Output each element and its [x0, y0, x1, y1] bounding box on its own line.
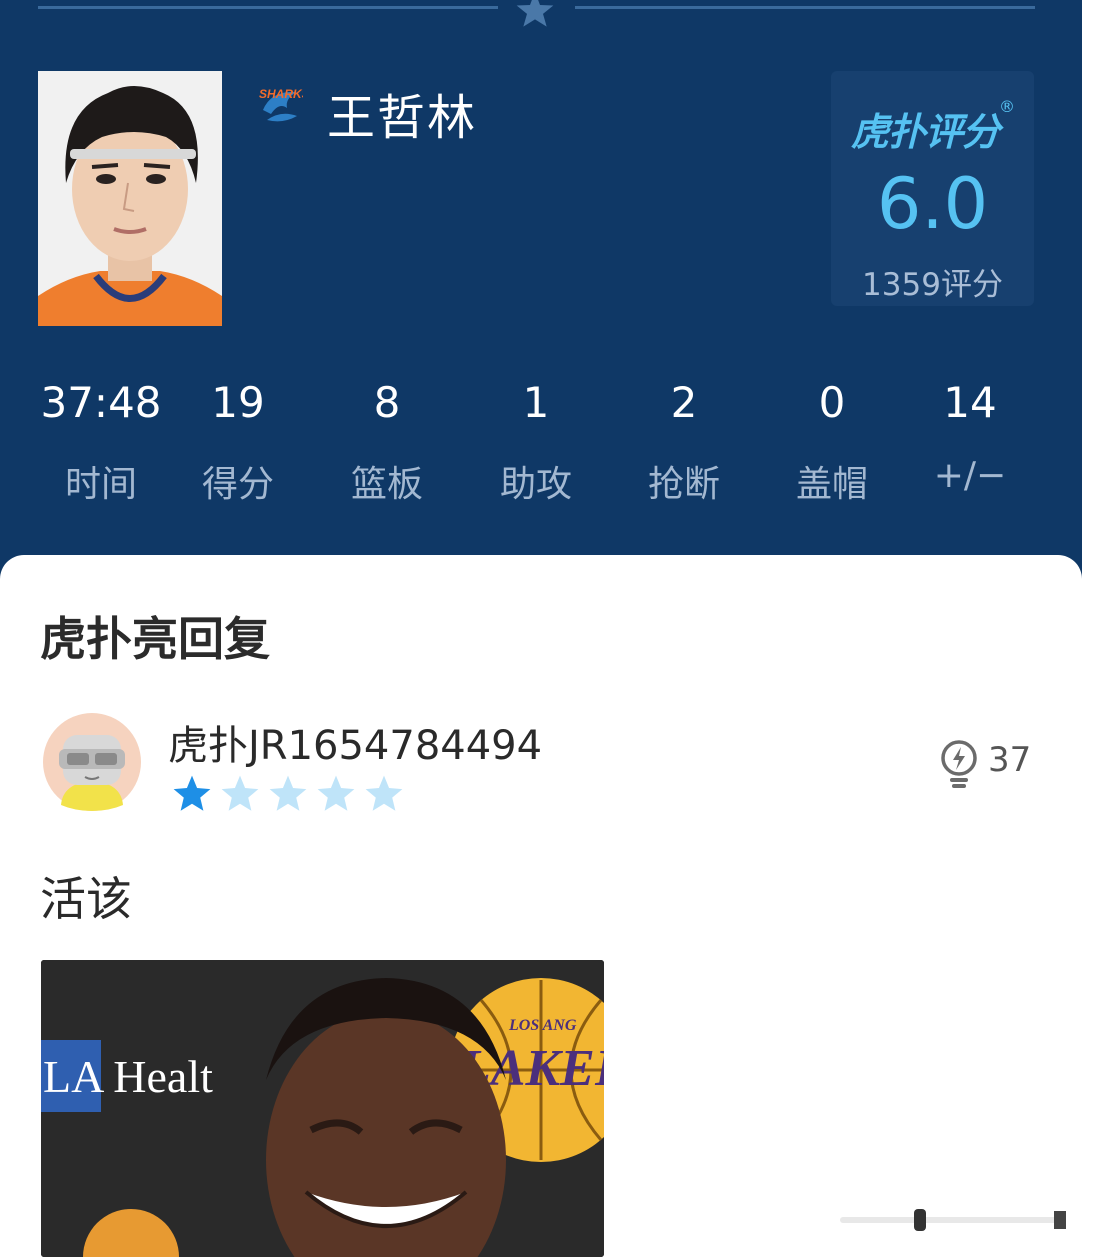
stat-value: 14	[943, 378, 997, 427]
stat-value: 2	[670, 378, 698, 427]
star-filled-icon	[173, 775, 211, 811]
stat-label: 得分	[201, 464, 274, 505]
rating-brand: 虎扑评分®	[831, 97, 1034, 156]
stat-rebounds: 8 篮板	[317, 375, 457, 507]
stat-value: 37:48	[40, 378, 162, 427]
stat-minutes: 37:48 时间	[31, 375, 171, 507]
player-name: 王哲林	[327, 90, 478, 146]
section-title: 虎扑亮回复	[40, 612, 270, 666]
player-stats: 37:48 时间 19 得分 8 篮板 1 助攻 2 抢断 0 盖帽 14 +/…	[28, 375, 1038, 515]
sponsor-text: LA Healt	[43, 1051, 213, 1102]
stat-steals: 2 抢断	[614, 375, 754, 507]
rating-score: 6.0	[876, 163, 989, 245]
rating-brand-text: 虎扑评分	[850, 110, 1000, 154]
comment-text: 活该	[40, 872, 132, 926]
reply-card: 虎扑亮回复 虎扑JR1654784494 37 活该 LA Healt LOS …	[0, 555, 1082, 1257]
stat-label: 助攻	[499, 464, 572, 505]
avatar-image	[43, 713, 141, 811]
avatar[interactable]	[43, 713, 141, 811]
scroll-indicator	[840, 1209, 1066, 1231]
star-empty-icon	[317, 775, 355, 811]
trademark-symbol: ®	[999, 97, 1015, 116]
divider-line-right	[575, 6, 1035, 9]
star-empty-icon	[221, 775, 259, 811]
player-photo[interactable]	[38, 71, 222, 326]
stat-plus-minus: 14 +/−	[900, 375, 1040, 496]
user-rating-stars	[170, 773, 410, 817]
stat-label: 抢断	[647, 464, 720, 505]
stat-label: +/−	[933, 455, 1007, 496]
lightbulb-icon	[941, 740, 977, 788]
username[interactable]: 虎扑JR1654784494	[168, 713, 542, 771]
right-edge	[1082, 0, 1099, 1257]
star-empty-icon	[365, 775, 403, 811]
header-divider	[0, 0, 1080, 30]
team-city-text: LOS ANG	[508, 1017, 577, 1034]
laughing-player-image: LA Healt LOS ANG LAKERS	[41, 960, 604, 1257]
stat-points: 19 得分	[168, 375, 308, 507]
divider-line-left	[38, 6, 498, 9]
stat-value: 1	[522, 378, 550, 427]
stat-value: 8	[373, 378, 401, 427]
team-logo-text: SHARKS	[259, 87, 303, 101]
star-icon	[516, 0, 554, 27]
stat-blocks: 0 盖帽	[762, 375, 902, 507]
stat-value: 19	[211, 378, 265, 427]
comment-image[interactable]: LA Healt LOS ANG LAKERS	[41, 960, 604, 1257]
light-count-value: 37	[988, 740, 1032, 780]
stat-assists: 1 助攻	[466, 375, 606, 507]
star-empty-icon	[269, 775, 307, 811]
player-portrait-image	[38, 71, 222, 326]
stat-label: 时间	[64, 464, 137, 505]
stat-label: 篮板	[350, 464, 423, 505]
stat-value: 0	[818, 378, 846, 427]
stat-label: 盖帽	[795, 464, 868, 505]
rating-card[interactable]: 虎扑评分® 6.0 1359评分	[831, 71, 1034, 306]
rating-count: 1359评分	[862, 267, 1003, 303]
team-logo[interactable]: SHARKS	[257, 80, 310, 126]
